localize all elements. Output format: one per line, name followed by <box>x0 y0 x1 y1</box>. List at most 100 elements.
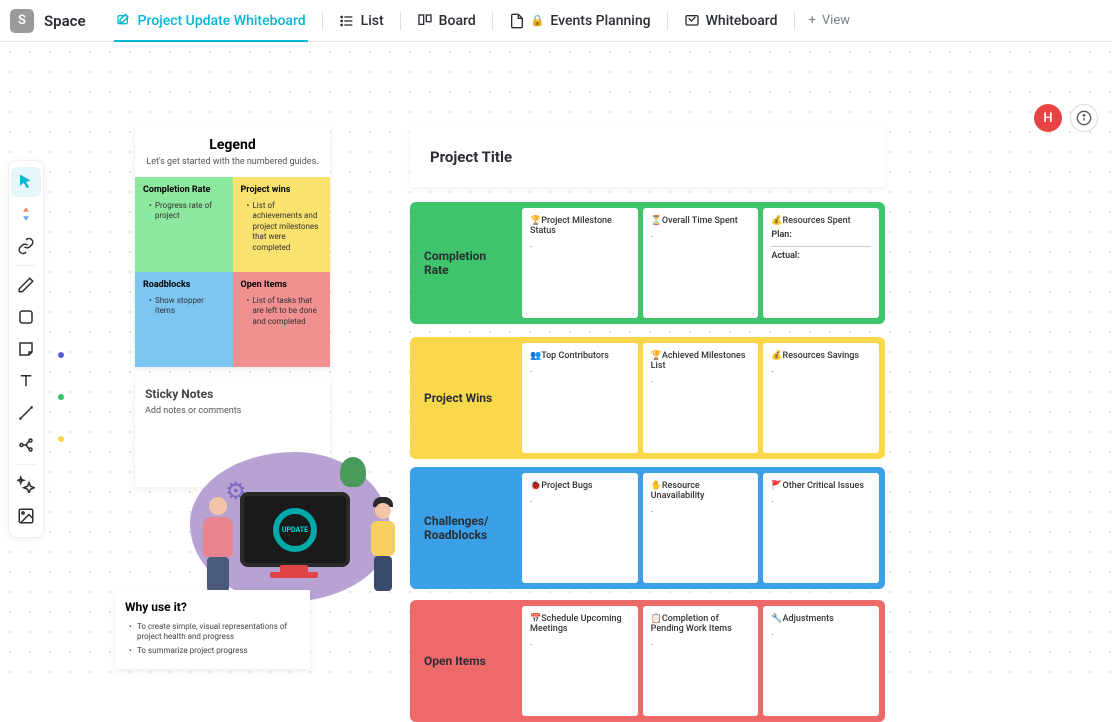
board-icon <box>417 13 433 29</box>
list-icon <box>339 13 355 29</box>
illustration: ⚙ UPDATE <box>190 452 400 612</box>
topright-controls: H <box>1034 104 1098 132</box>
sticky-icon <box>17 340 35 358</box>
info-icon <box>1076 110 1092 126</box>
tool-templates[interactable] <box>11 199 41 229</box>
card-plan-label: Plan: <box>771 230 871 240</box>
section-open[interactable]: Open Items 📅Schedule Upcoming Meetings. … <box>410 600 885 722</box>
tab-label: Board <box>439 13 476 29</box>
section-completion[interactable]: Completion Rate 🏆Project Milestone Statu… <box>410 202 885 324</box>
section-challenges[interactable]: Challenges/ Roadblocks 🐞Project Bugs. ✋R… <box>410 467 885 589</box>
section-card[interactable]: 📅Schedule Upcoming Meetings. <box>522 606 638 716</box>
card-title: ⏳Overall Time Spent <box>651 216 751 226</box>
plus-icon: + <box>809 13 816 28</box>
section-card[interactable]: 🏆Achieved Milestones List. <box>643 343 759 453</box>
pen-icon <box>17 276 35 294</box>
section-cards: 🐞Project Bugs. ✋Resource Unavailability.… <box>522 473 879 583</box>
card-bullet: . <box>530 365 630 375</box>
ai-sparkle-icon <box>17 475 35 493</box>
color-dot-blue[interactable] <box>58 352 64 358</box>
section-card[interactable]: 🚩Other Critical Issues. <box>763 473 879 583</box>
card-bullet: . <box>771 365 871 375</box>
toolbox <box>8 160 44 538</box>
why-item: To summarize project progress <box>129 646 300 656</box>
project-title-card[interactable]: Project Title <box>410 127 885 187</box>
card-title: ✋Resource Unavailability <box>651 481 751 501</box>
legend-card[interactable]: Legend Let's get started with the number… <box>135 127 330 367</box>
legend-grid: Completion Rate Progress rate of project… <box>135 177 330 367</box>
tab-divider <box>667 12 668 30</box>
section-card[interactable]: 📋Completion of Pending Work Items. <box>643 606 759 716</box>
space-label[interactable]: Space <box>44 12 86 30</box>
card-bullet: . <box>530 495 630 505</box>
whiteboard-edit-icon <box>116 13 132 29</box>
section-card[interactable]: ⏳Overall Time Spent . <box>643 208 759 318</box>
section-wins[interactable]: Project Wins 👥Top Contributors. 🏆Achieve… <box>410 337 885 459</box>
section-card[interactable]: 💰Resources Spent Plan: Actual: <box>763 208 879 318</box>
person-left-icon <box>198 497 238 592</box>
card-bullet: . <box>530 240 630 250</box>
tool-shape[interactable] <box>11 302 41 332</box>
card-title: 🏆Achieved Milestones List <box>651 351 751 371</box>
tool-image[interactable] <box>11 501 41 531</box>
update-ring: UPDATE <box>273 508 317 552</box>
tab-label: Events Planning <box>550 13 650 29</box>
section-label: Open Items <box>416 606 516 716</box>
card-bullet: . <box>651 375 751 385</box>
tool-ai[interactable] <box>11 469 41 499</box>
tool-mindmap[interactable] <box>11 430 41 460</box>
color-dot-green[interactable] <box>58 394 64 400</box>
info-button[interactable] <box>1070 104 1098 132</box>
topbar: S Space Project Update Whiteboard List B… <box>0 0 1112 42</box>
section-card[interactable]: 💰Resources Savings. <box>763 343 879 453</box>
why-title: Why use it? <box>125 600 300 614</box>
tool-pen[interactable] <box>11 270 41 300</box>
card-title: 🚩Other Critical Issues <box>771 481 871 491</box>
monitor-icon: UPDATE <box>240 492 350 567</box>
tab-project-update-whiteboard[interactable]: Project Update Whiteboard <box>104 0 318 42</box>
card-title: 🐞Project Bugs <box>530 481 630 491</box>
mindmap-icon <box>17 436 35 454</box>
section-cards: 👥Top Contributors. 🏆Achieved Milestones … <box>522 343 879 453</box>
legend-roadblocks: Roadblocks Show stopper items <box>135 272 233 367</box>
tool-cursor[interactable] <box>11 167 41 197</box>
card-bullet: . <box>651 505 751 515</box>
tab-label: Project Update Whiteboard <box>138 13 306 29</box>
tab-divider <box>492 12 493 30</box>
lock-icon: 🔒 <box>531 14 545 27</box>
tab-list[interactable]: List <box>327 0 396 42</box>
tool-sticky[interactable] <box>11 334 41 364</box>
tab-events-planning[interactable]: 🔒 Events Planning <box>497 0 663 42</box>
section-card[interactable]: 🏆Project Milestone Status . <box>522 208 638 318</box>
tool-link[interactable] <box>11 231 41 261</box>
tool-connector[interactable] <box>11 398 41 428</box>
link-icon <box>17 237 35 255</box>
color-dot-yellow[interactable] <box>58 436 64 442</box>
tool-text[interactable] <box>11 366 41 396</box>
legend-wins: Project wins List of achievements and pr… <box>233 177 331 272</box>
card-title: 💰Resources Savings <box>771 351 871 361</box>
why-use-it-card[interactable]: Why use it? To create simple, visual rep… <box>115 590 310 669</box>
add-view-button[interactable]: + View <box>799 13 861 28</box>
user-avatar[interactable]: H <box>1034 104 1062 132</box>
card-title: 💰Resources Spent <box>771 216 871 226</box>
tab-board[interactable]: Board <box>405 0 488 42</box>
tab-divider <box>322 12 323 30</box>
section-card[interactable]: 🔧Adjustments. <box>763 606 879 716</box>
section-cards: 📅Schedule Upcoming Meetings. 📋Completion… <box>522 606 879 716</box>
section-card[interactable]: 👥Top Contributors. <box>522 343 638 453</box>
tab-divider <box>400 12 401 30</box>
sticky-text: Add notes or comments <box>145 406 320 416</box>
whiteboard-canvas[interactable]: H Legend Let's get started with the numb… <box>0 42 1112 684</box>
space-logo[interactable]: S <box>10 9 34 33</box>
section-card[interactable]: 🐞Project Bugs. <box>522 473 638 583</box>
doc-icon <box>509 13 525 29</box>
legend-cell-title: Completion Rate <box>143 185 225 195</box>
monitor-base <box>270 572 318 578</box>
person-right-icon <box>365 497 400 592</box>
section-card[interactable]: ✋Resource Unavailability. <box>643 473 759 583</box>
card-bullet: . <box>651 230 751 240</box>
legend-header: Legend Let's get started with the number… <box>135 127 330 177</box>
plant-icon <box>340 457 370 497</box>
tab-whiteboard[interactable]: Whiteboard <box>672 0 790 42</box>
